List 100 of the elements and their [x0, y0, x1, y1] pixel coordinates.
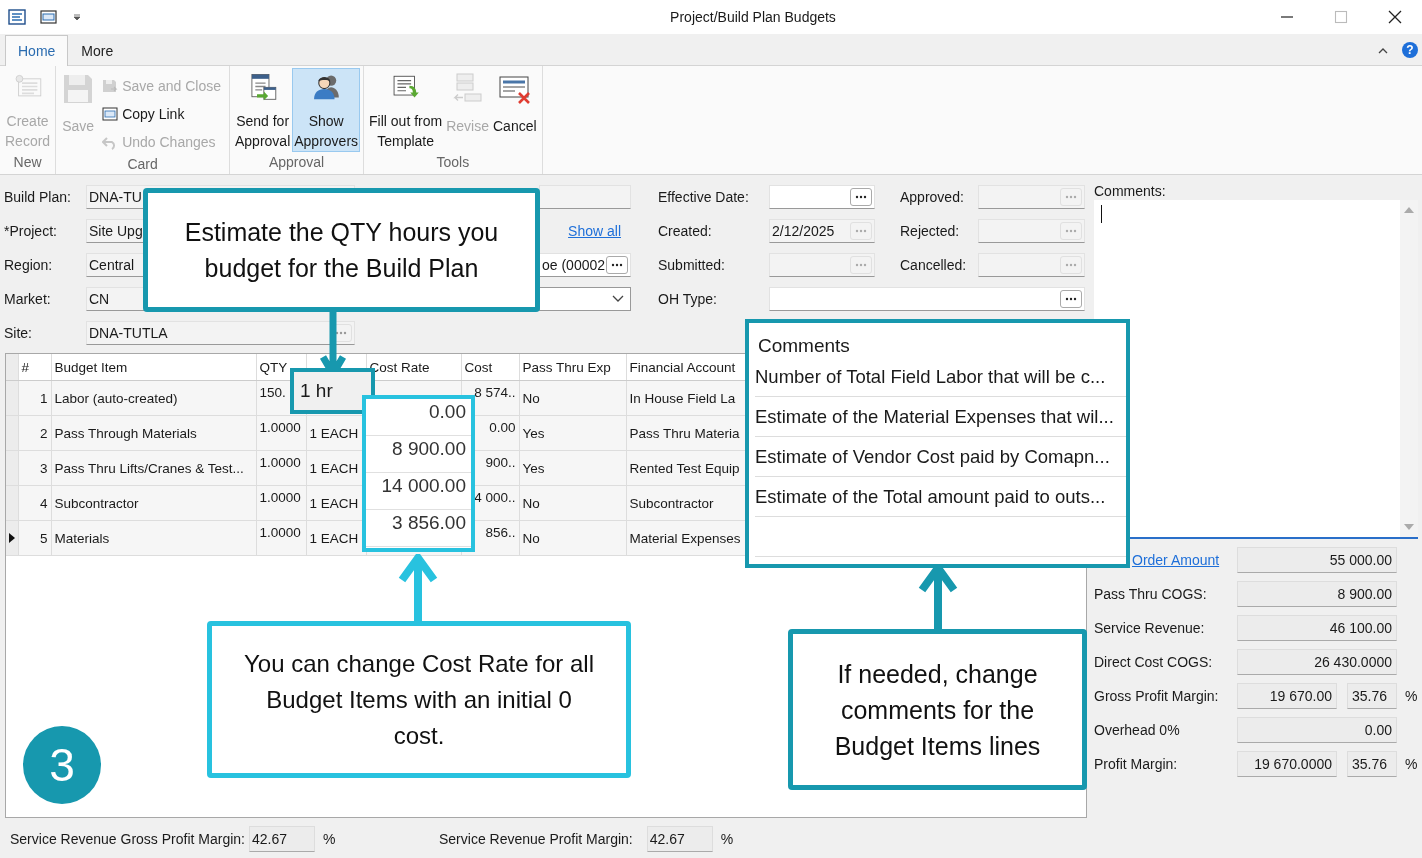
group-label: New [13, 154, 42, 172]
column-header[interactable]: Cost [461, 354, 519, 381]
more-button[interactable] [850, 188, 872, 206]
value-field: 46 100.00 [1237, 615, 1397, 641]
table-cell: Material Expenses [626, 520, 746, 556]
window-title: Project/Build Plan Budgets [669, 9, 837, 25]
collapse-icon[interactable] [1378, 47, 1388, 55]
ribbon-button[interactable]: Send for Approval [233, 68, 293, 152]
field-label: Service Revenue Profit Margin: [439, 831, 633, 847]
hint-tooltip: If needed, change comments for the Budget Items lines [788, 629, 1087, 790]
value-field: 42.67 [249, 826, 315, 852]
date-field[interactable] [769, 185, 875, 209]
field-label: Rejected: [900, 223, 961, 239]
field-label: Direct Cost COGS: [1094, 654, 1213, 670]
ribbon-tab[interactable]: More [68, 35, 127, 65]
field-label: Pass Thru COGS: [1094, 586, 1207, 602]
value-field: 19 670.00 [1237, 683, 1337, 709]
dropdown-field[interactable] [539, 287, 631, 311]
column-header[interactable]: Financial Account [626, 354, 746, 381]
field-label: Overhead 0% [1094, 722, 1180, 738]
lookup-field[interactable]: oe (00002 [539, 253, 631, 277]
form-icon[interactable] [8, 9, 26, 25]
table-cell: Labor (auto-created) [51, 380, 256, 416]
unit-label: % [1405, 688, 1418, 704]
text-box-icon[interactable] [40, 9, 58, 25]
percent-field: 35.76 [1347, 683, 1397, 709]
field-label: Submitted: [658, 257, 726, 273]
more-button[interactable] [606, 256, 628, 274]
ribbon-button[interactable]: Cancel [491, 68, 539, 152]
lookup-field[interactable] [769, 287, 1085, 311]
ellipsis-icon [855, 229, 867, 233]
group-label: Card [127, 156, 158, 174]
ribbon-tab[interactable]: Home [5, 35, 69, 66]
ellipsis-icon [855, 195, 867, 199]
table-cell: In House Field La [626, 380, 746, 416]
table-cell: 1.0000 [256, 415, 306, 451]
unit-label: % [1405, 756, 1418, 772]
ellipsis-icon [611, 263, 623, 267]
field-label: OH Type: [658, 291, 718, 307]
column-header[interactable]: Pass Thru Exp [519, 354, 626, 381]
field-label: Comments: [1094, 183, 1167, 200]
ellipsis-icon [1065, 263, 1077, 267]
table-cell: Yes [519, 450, 626, 486]
scroll-up-icon[interactable] [1404, 206, 1414, 214]
field-label: Created: [658, 223, 713, 239]
table-cell: 1.0000 [256, 520, 306, 556]
table-cell: 0.00 [366, 399, 471, 436]
table-cell: No [519, 520, 626, 556]
table-cell: Rented Test Equip [626, 450, 746, 486]
order-amount-link[interactable]: Order Amount [1132, 552, 1220, 568]
ellipsis-icon [855, 263, 867, 267]
table-cell: Estimate of the Total amount paid to outs... [755, 477, 1126, 517]
table-cell: 1 EACH [309, 495, 359, 511]
help-button[interactable]: ? [1402, 42, 1418, 58]
ribbon-button[interactable]: Copy Link [97, 100, 226, 128]
caret-icon[interactable] [72, 12, 82, 22]
ellipsis-icon [1065, 229, 1077, 233]
table-cell: Pass Through Materials [51, 415, 256, 451]
table-cell: No [519, 380, 626, 416]
value-field: 26 430.0000 [1237, 649, 1397, 675]
scroll-down-icon[interactable] [1404, 523, 1414, 531]
text-field[interactable]: DNA-TUTLA [86, 321, 355, 345]
table-cell: 1.0000 [256, 450, 306, 486]
hint-tooltip: You can change Cost Rate for all Budget Items with an initial 0 cost. [207, 621, 631, 778]
current-row-icon [9, 532, 15, 543]
column-header[interactable]: # [18, 354, 51, 381]
show-all-link[interactable]: Show all [568, 223, 621, 239]
value-field: 42.67 [646, 826, 713, 852]
more-button[interactable] [1060, 290, 1082, 308]
table-cell: Estimate of Vendor Cost paid by Comapn... [755, 437, 1126, 477]
ellipsis-icon [1065, 297, 1077, 301]
ribbon-button[interactable]: Fill out from Template [367, 68, 445, 152]
row-header[interactable] [6, 520, 18, 556]
ellipsis-icon [335, 331, 347, 335]
field-label: Profit Margin: [1094, 756, 1178, 772]
maximize-icon[interactable] [1334, 10, 1348, 24]
value-field: 19 670.0000 [1237, 751, 1337, 777]
field-label: Region: [4, 257, 54, 273]
text-field[interactable] [539, 185, 631, 209]
value-field: 0.00 [1237, 717, 1397, 743]
group-label: Approval [268, 154, 325, 172]
field-label: Approved: [900, 189, 965, 205]
table-cell: Subcontractor [626, 485, 746, 521]
table-cell: 1 EACH [309, 460, 359, 476]
hint-tooltip: Estimate the QTY hours you budget for the Build Plan [143, 188, 540, 312]
table-cell: Pass Thru Lifts/Cranes & Test... [51, 450, 256, 486]
column-header[interactable]: Budget Item [51, 354, 256, 381]
group-label: Tools [436, 154, 470, 172]
table-cell: 1.0000 [256, 485, 306, 521]
value-field: 55 000.00 [1237, 547, 1397, 573]
table-cell: Number of Total Field Labor that will be c... [755, 357, 1126, 397]
ribbon-button[interactable]: Show Approvers [292, 68, 361, 152]
ellipsis-icon [1065, 195, 1077, 199]
table-cell: No [519, 485, 626, 521]
field-label: Effective Date: [658, 189, 750, 205]
close-icon[interactable] [1388, 10, 1402, 24]
text-cursor [1101, 205, 1102, 223]
table-cell: Yes [519, 415, 626, 451]
field-label: Gross Profit Margin: [1094, 688, 1219, 704]
table-cell: Estimate of the Material Expenses that wil... [755, 397, 1126, 437]
